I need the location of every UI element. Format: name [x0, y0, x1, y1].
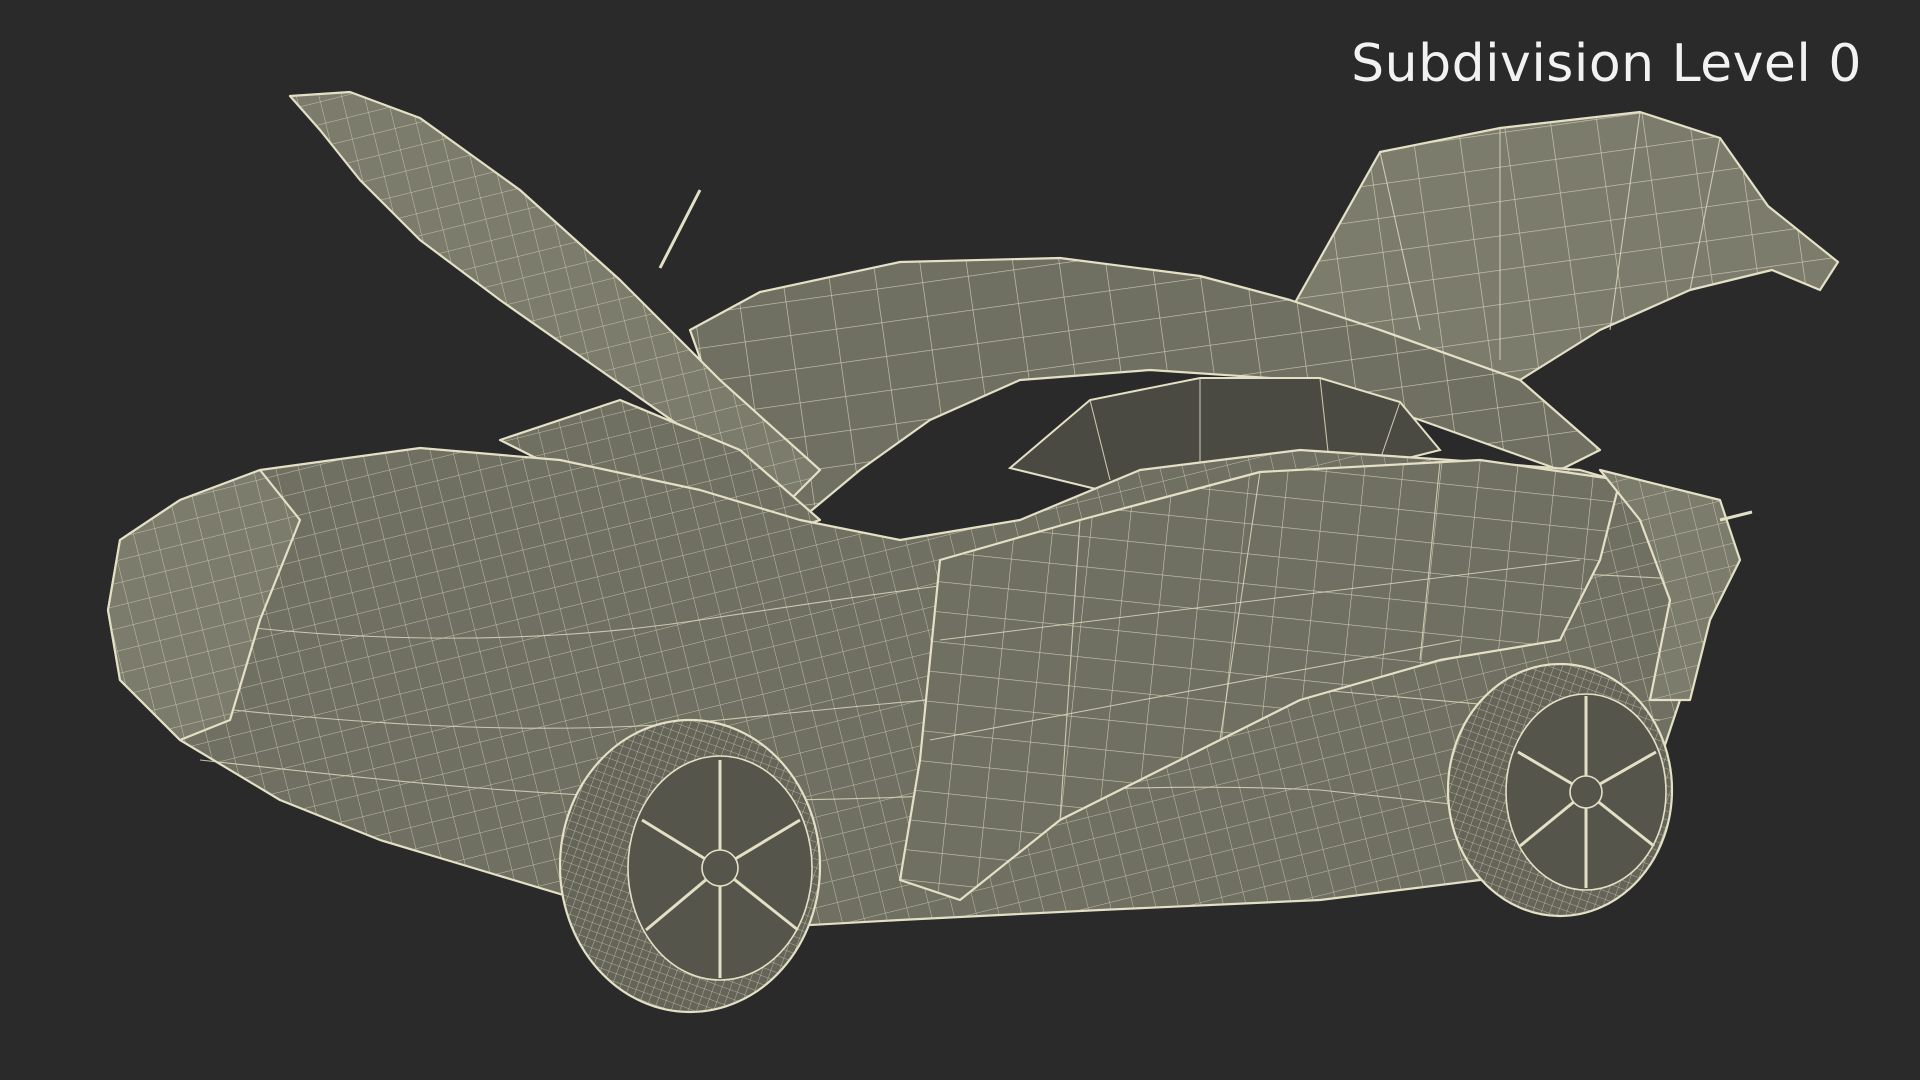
render-viewport: Subdivision Level 0	[0, 0, 1920, 1080]
rear-wheel	[1446, 662, 1674, 918]
front-wheel	[558, 718, 822, 1014]
car-wireframe-model	[106, 90, 1840, 1014]
